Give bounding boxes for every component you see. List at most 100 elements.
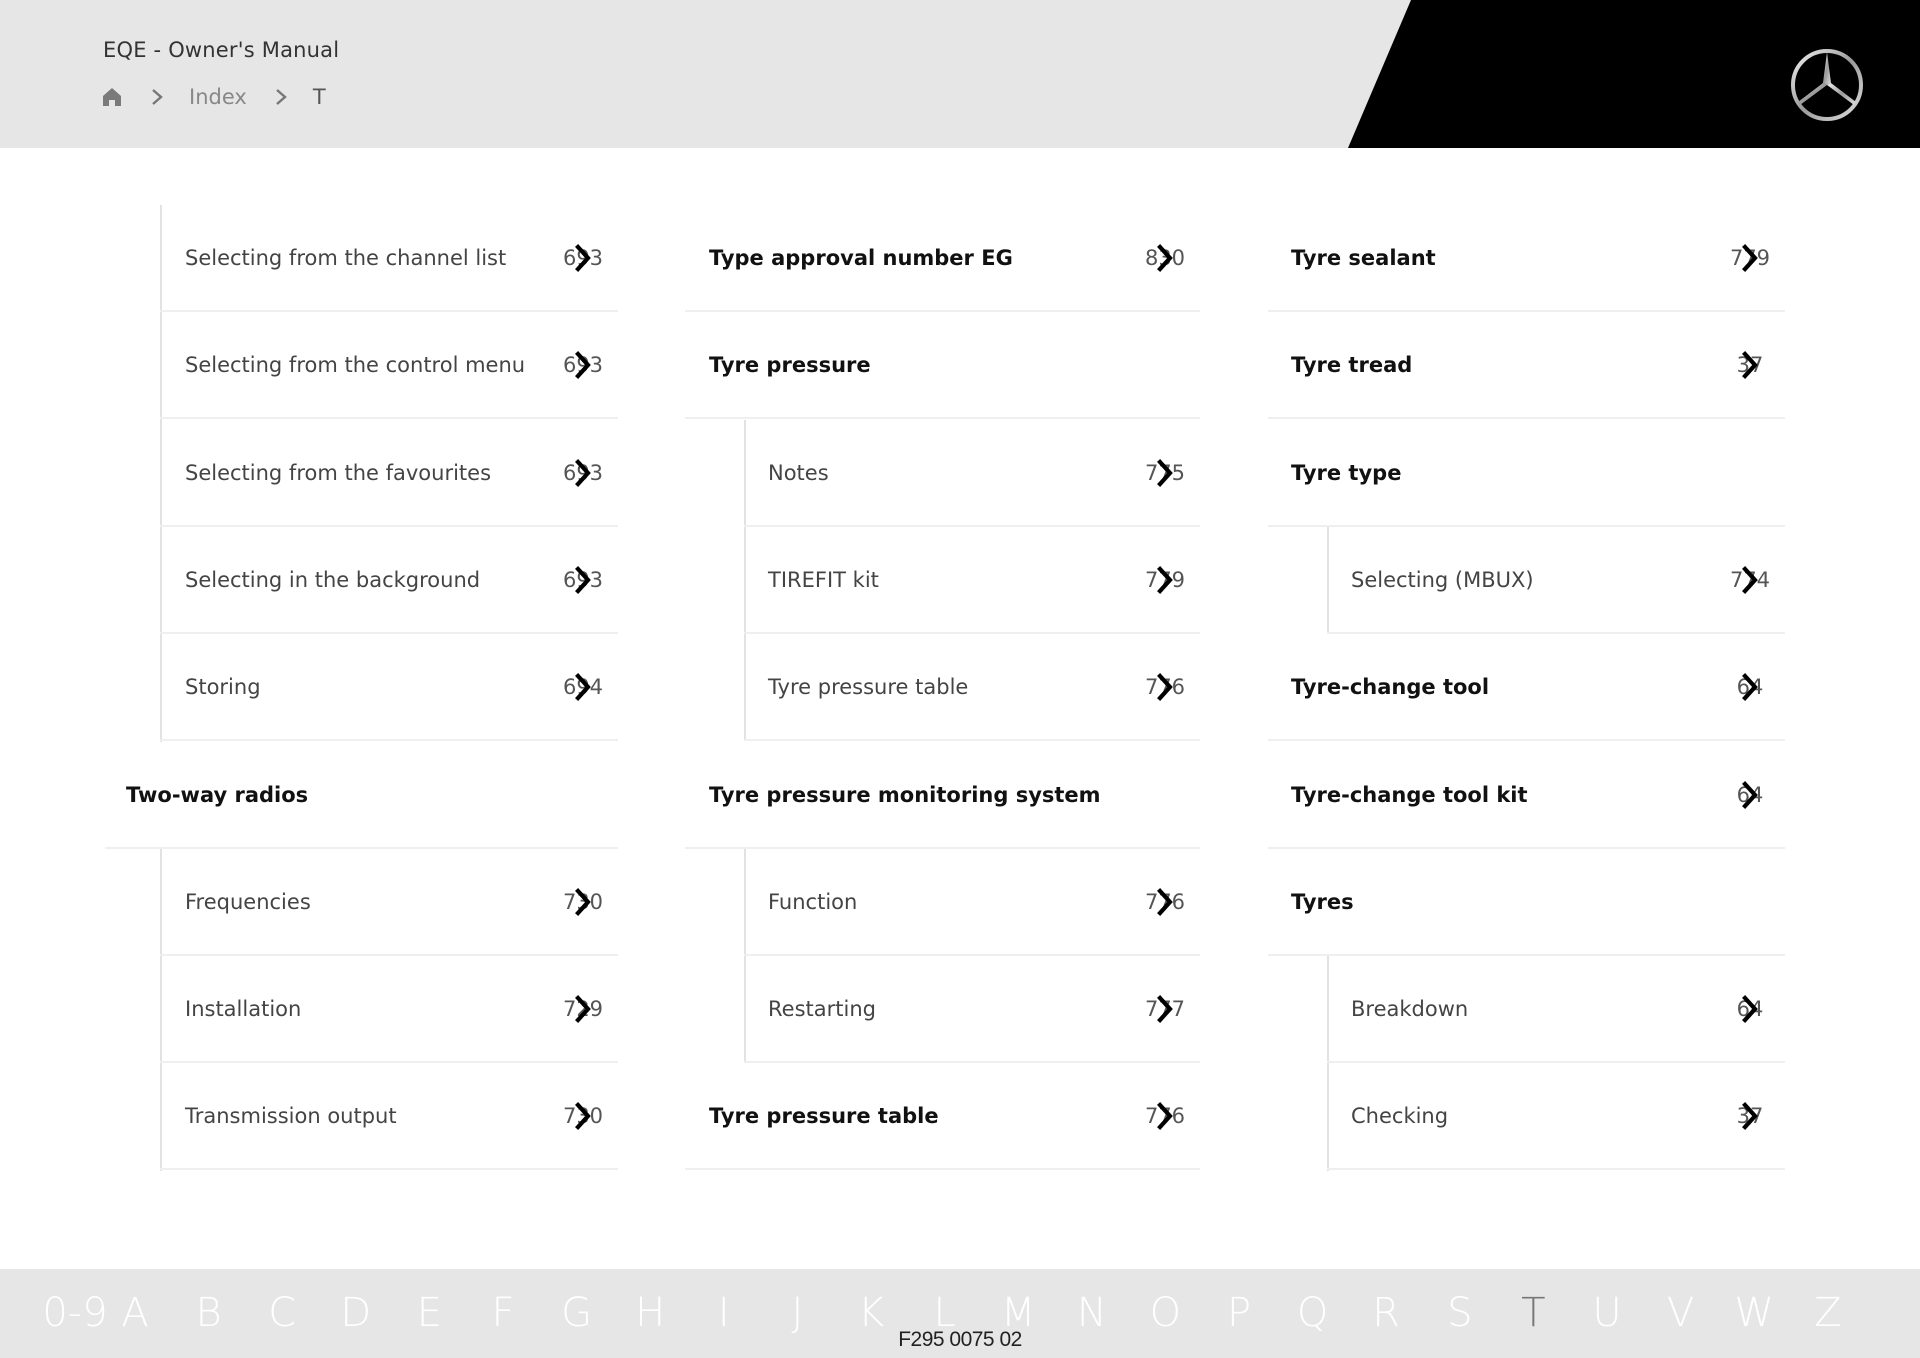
entry-label: Tyre tread [1291,353,1413,378]
tree-line [1327,526,1329,635]
entry-label: Tyre-change tool [1291,675,1490,700]
chevron-right-icon [149,86,165,108]
page-number[interactable]: 37 [1727,1063,1773,1170]
row-divider [160,417,618,420]
index-subentry[interactable]: Transmission output 730 [0,1063,1920,1171]
index-subentry[interactable]: TIREFIT kit 779 [0,527,1920,634]
entry-label: TIREFIT kit [768,567,879,592]
page-number[interactable]: 693 [560,527,606,634]
entry-label: Selecting in the background [185,567,481,592]
entry-label: Breakdown [1351,997,1469,1022]
entry-label: Tyre type [1291,460,1402,485]
entry-label: Selecting (MBUX) [1351,567,1534,592]
entry-label: Selecting from the favourites [185,460,492,485]
index-entry: Tyre pressure [0,312,1920,420]
index-subentry[interactable]: Notes 775 [0,420,1920,527]
breadcrumb-current: T [312,85,326,109]
page-number[interactable]: 830 [1142,205,1188,312]
entry-label: Transmission output [185,1104,397,1129]
document-code: F295 0075 02 [898,1328,1022,1351]
page-number[interactable]: 776 [1142,849,1188,956]
index-subentry[interactable]: Selecting from the favourites 693 [0,420,1920,527]
breadcrumb: Index T [101,82,326,112]
index-subentry[interactable]: Installation 729 [0,956,1920,1064]
row-divider [685,846,1200,849]
row-divider [744,739,1200,742]
index-subentry[interactable]: Selecting (MBUX) 774 [0,527,1920,634]
page-number[interactable]: 64 [1727,742,1773,849]
page-number[interactable]: 693 [560,312,606,419]
index-subentry[interactable]: Tyre pressure table 776 [0,634,1920,742]
index-entry[interactable]: Tyre-change tool 64 [0,634,1920,742]
row-divider [160,1061,618,1064]
page-number[interactable]: 779 [1727,205,1773,312]
row-divider [744,953,1200,956]
row-divider [1327,631,1785,634]
entry-label: Installation [185,997,302,1022]
tree-line [744,848,746,1064]
page-number[interactable]: 776 [1142,1063,1188,1170]
page-number[interactable]: 776 [1142,634,1188,741]
page-number[interactable]: 730 [560,1063,606,1170]
index-entry[interactable]: Tyre-change tool kit 64 [0,742,1920,849]
entry-label: Storing [185,675,261,700]
page-number[interactable]: 693 [560,205,606,312]
index-entry[interactable]: Tyre pressure table 776 [0,1063,1920,1171]
tree-line [1327,956,1329,1171]
page-number[interactable]: 729 [560,956,606,1063]
page-number[interactable]: 694 [560,634,606,741]
page-number[interactable]: 730 [560,849,606,956]
index-subentry[interactable]: Storing 694 [0,634,1920,742]
row-divider [160,1168,618,1171]
index-subentry[interactable]: Checking 37 [0,1063,1920,1171]
index-entry: Tyre pressure monitoring system [0,742,1920,849]
entry-label: Selecting from the channel list [185,246,507,270]
row-divider [160,739,618,742]
entry-label: Tyre-change tool kit [1291,782,1528,807]
index-subentry[interactable]: Selecting from the control menu 693 [0,312,1920,420]
row-divider [685,417,1200,420]
page-number[interactable]: 64 [1727,634,1773,741]
page-number[interactable]: 779 [1142,527,1188,634]
tree-line [160,848,162,1171]
row-divider [160,310,618,312]
index-entry[interactable]: Type approval number EG 830 [0,205,1920,312]
index-subentry[interactable]: Breakdown 64 [0,956,1920,1064]
page-number[interactable]: 37 [1727,312,1773,419]
page-number[interactable]: 774 [1727,527,1773,634]
entry-label: Selecting from the control menu [185,353,526,378]
page-number[interactable]: 693 [560,420,606,527]
index-subentry[interactable]: Function 776 [0,849,1920,956]
row-divider [744,631,1200,634]
index-subentry[interactable]: Selecting in the background 693 [0,527,1920,634]
breadcrumb-index-link[interactable]: Index [189,85,247,109]
entry-label: Function [768,889,858,914]
entry-label: Notes [768,460,829,485]
row-divider [1268,953,1785,956]
row-divider [1268,417,1785,420]
index-subentry[interactable]: Selecting from the channel list 693 [0,205,1920,312]
index-entry[interactable]: Tyre sealant 779 [0,205,1920,312]
index-subentry[interactable]: Frequencies 730 [0,849,1920,956]
row-divider [160,953,618,956]
home-icon[interactable] [101,86,123,108]
entry-label: Restarting [768,997,876,1022]
index-subentry[interactable]: Restarting 777 [0,956,1920,1064]
page-number[interactable]: 775 [1142,420,1188,527]
row-divider [744,1061,1200,1064]
entry-label: Type approval number EG [709,246,1013,270]
row-divider [1268,310,1785,312]
manual-title: EQE - Owner's Manual [103,38,340,62]
mercedes-star-logo [1788,46,1866,124]
entry-label: Tyre pressure table [768,675,969,700]
page-number[interactable]: 64 [1727,956,1773,1063]
row-divider [685,1168,1200,1171]
index-entry[interactable]: Tyre tread 37 [0,312,1920,420]
row-divider [105,846,618,849]
page-number[interactable]: 777 [1142,956,1188,1063]
entry-label: Checking [1351,1104,1449,1129]
row-divider [1268,846,1785,849]
row-divider [1268,524,1785,527]
entry-label: Tyre sealant [1291,246,1436,270]
row-divider [1327,1168,1785,1171]
